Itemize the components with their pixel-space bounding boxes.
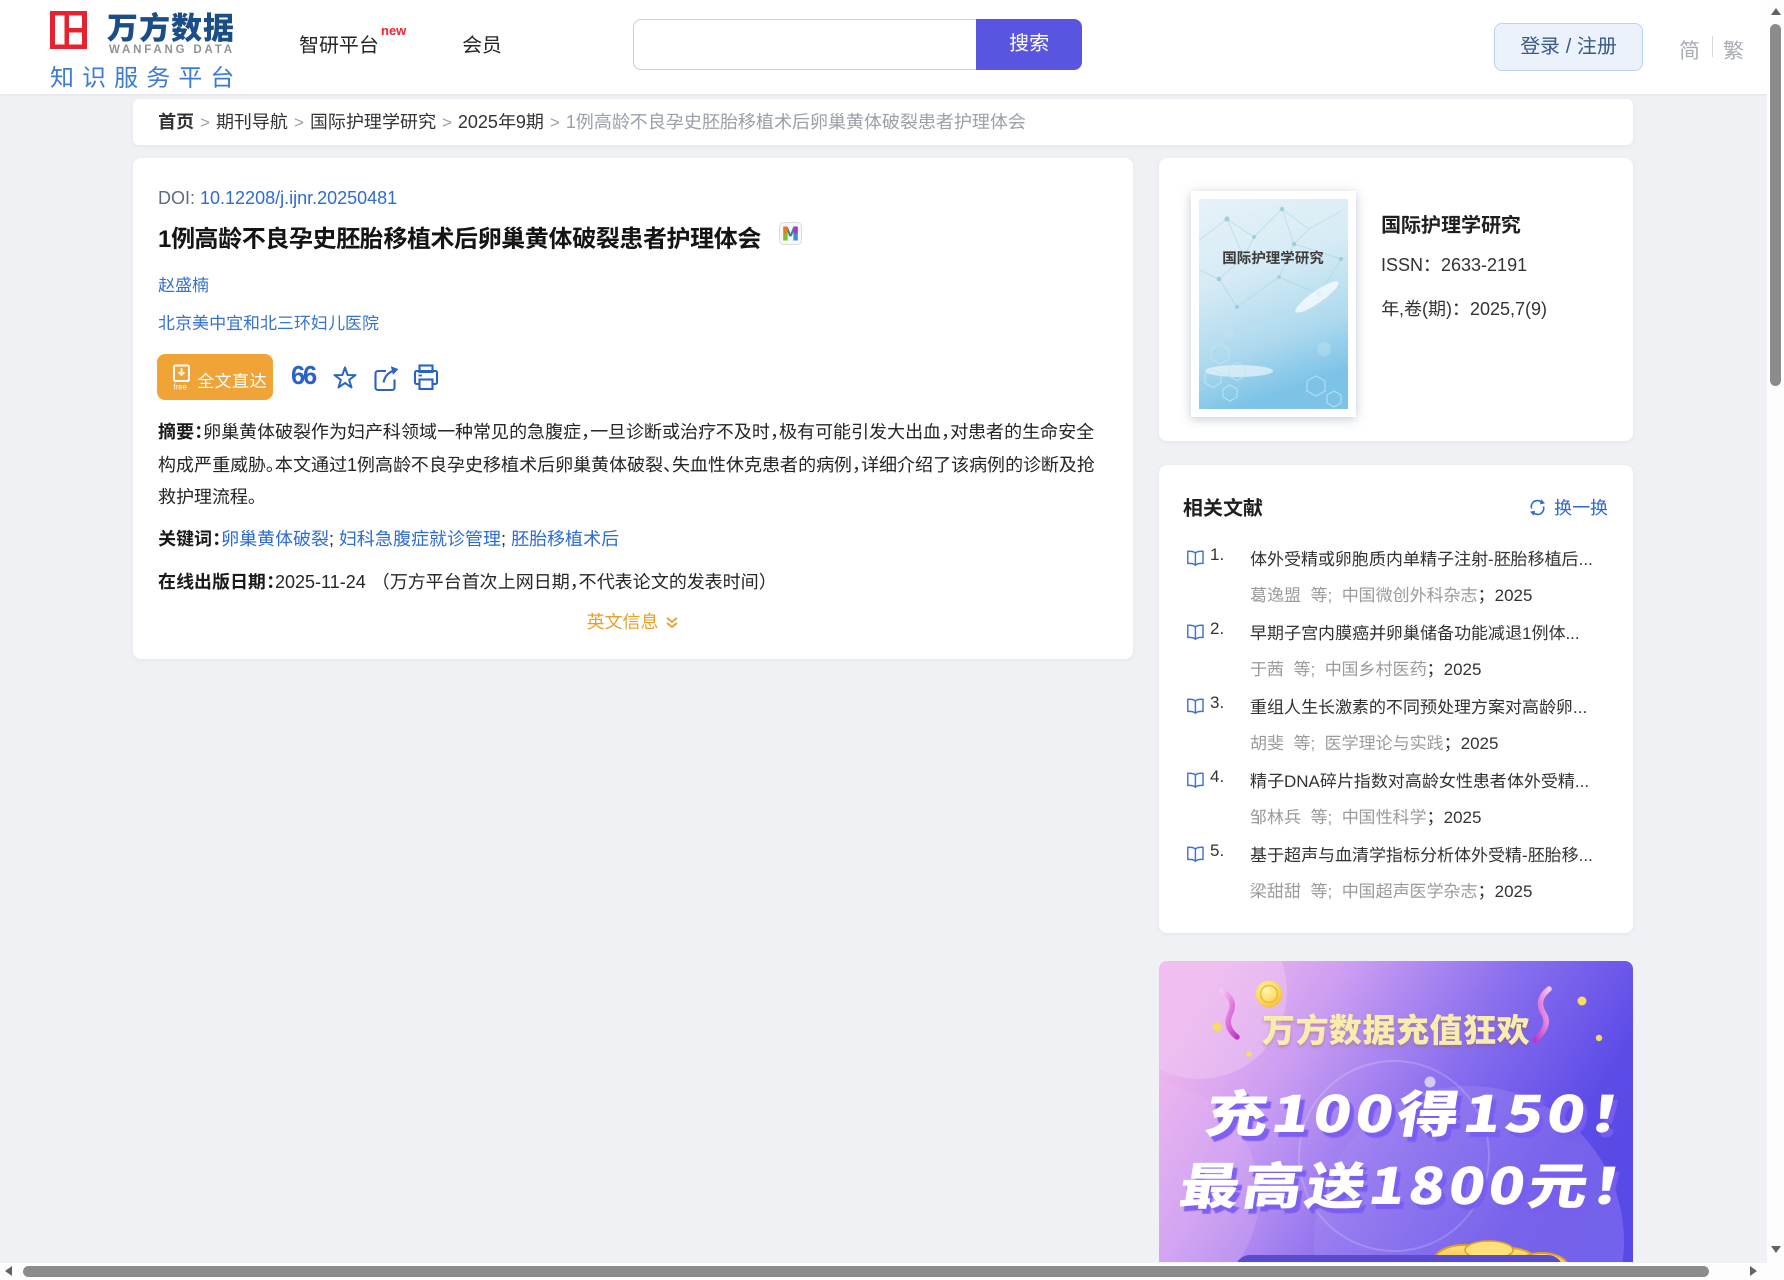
svg-text:66: 66 [291,362,317,390]
svg-text:国际护理学研究: 国际护理学研究 [1222,247,1324,268]
svg-text:free: free [173,383,187,392]
